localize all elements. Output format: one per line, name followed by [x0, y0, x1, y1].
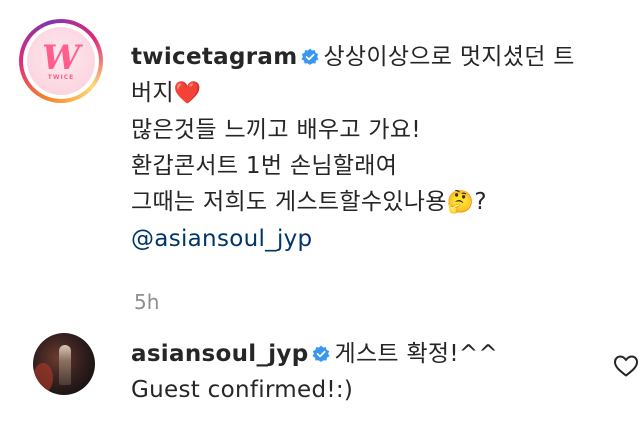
- avatar-photo-figure: [59, 345, 71, 385]
- caption-line-1: twicetagram 상상이상으로 멋지셨던 트: [131, 39, 611, 75]
- comment-username-link[interactable]: asiansoul_jyp: [131, 341, 308, 367]
- post-author-avatar[interactable]: W TWICE: [19, 19, 103, 103]
- mention-link[interactable]: @asiansoul_jyp: [131, 226, 312, 252]
- comment-text-2: Guest confirmed!:): [131, 377, 354, 403]
- verified-badge-icon: [312, 345, 330, 362]
- comment-author-avatar[interactable]: [33, 333, 95, 395]
- thinking-face-emoji-icon: 🤔: [446, 190, 475, 215]
- caption-text-2: 버지: [131, 80, 174, 106]
- caption-line-2: 버지❤️: [131, 75, 611, 112]
- post-caption: twicetagram 상상이상으로 멋지셨던 트 버지❤️ 많은것들 느끼고 …: [131, 39, 611, 257]
- heart-outline-icon[interactable]: [613, 354, 639, 378]
- twice-logo-image: W TWICE: [27, 27, 95, 95]
- comment: asiansoul_jyp 게스트 확정!^^ Guest confirmed!…: [131, 336, 601, 408]
- caption-text-5-tail: ?: [474, 189, 487, 215]
- caption-text-1: 상상이상으로 멋지셨던 트: [323, 44, 575, 70]
- avatar-photo-detail: [33, 363, 53, 393]
- caption-text-5: 그때는 저희도 게스트할수있나용: [131, 189, 447, 215]
- verified-badge-icon: [301, 48, 319, 65]
- post-username-link[interactable]: twicetagram: [131, 44, 297, 70]
- red-heart-emoji-icon: ❤️: [173, 81, 202, 106]
- comment-text-1: 게스트 확정!^^: [334, 341, 499, 367]
- caption-line-6: @asiansoul_jyp: [131, 221, 611, 257]
- twice-logo-mark: W: [42, 38, 81, 78]
- caption-line-4: 환갑콘서트 1번 손님할래여: [131, 153, 398, 179]
- caption-line-3: 많은것들 느끼고 배우고 가요!: [131, 117, 421, 143]
- twice-logo-text: TWICE: [47, 74, 75, 81]
- post-timestamp[interactable]: 5h: [134, 290, 159, 314]
- caption-line-5: 그때는 저희도 게스트할수있나용🤔?: [131, 184, 611, 221]
- comment-line-1: asiansoul_jyp 게스트 확정!^^: [131, 336, 601, 372]
